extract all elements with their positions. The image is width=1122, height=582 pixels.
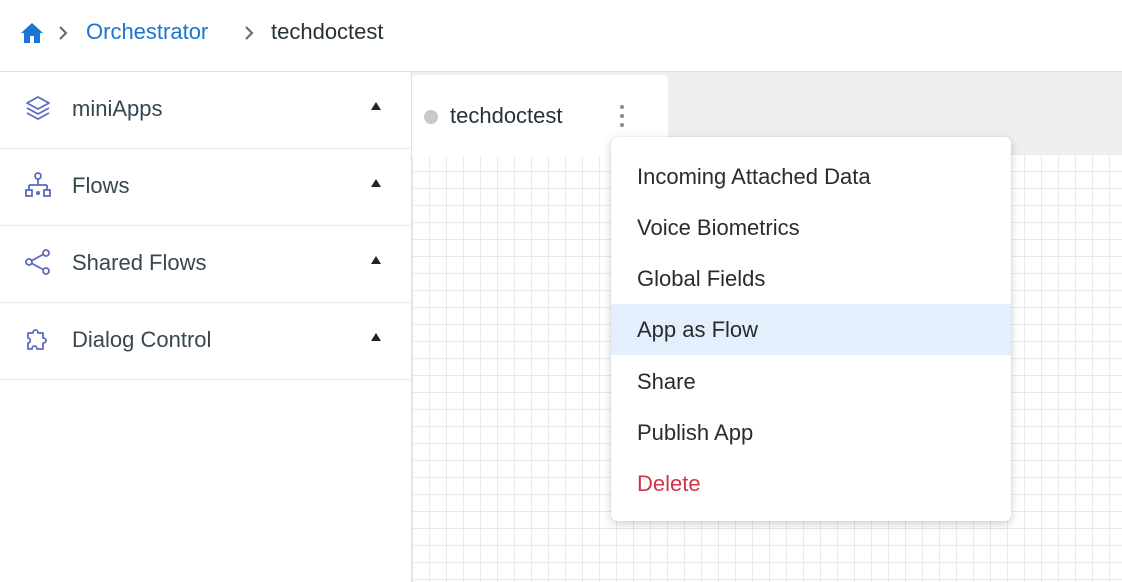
app-root: Orchestrator techdoctest miniApps Flows …: [0, 0, 1122, 582]
puzzle-icon: [27, 329, 47, 350]
menu-item-label: Publish App: [637, 420, 754, 445]
sidebar-item-dialog-control[interactable]: Dialog Control: [0, 303, 411, 380]
menu-item-share[interactable]: Share: [611, 356, 1011, 407]
chevron-right-icon: [245, 26, 254, 40]
breadcrumb: Orchestrator techdoctest: [0, 0, 1122, 72]
sidebar-item-shared-flows[interactable]: Shared Flows: [0, 226, 411, 303]
home-icon[interactable]: [20, 22, 44, 44]
layers-icon: [26, 96, 50, 120]
chevron-right-icon: [59, 26, 68, 40]
menu-item-label: Incoming Attached Data: [637, 164, 871, 189]
menu-item-label: Global Fields: [637, 266, 766, 291]
menu-item-label: Share: [637, 369, 696, 394]
sidebar-item-flows[interactable]: Flows: [0, 149, 411, 226]
menu-item-label: App as Flow: [637, 317, 759, 342]
caret-up-icon: [371, 333, 381, 341]
flow-tree-icon: [25, 172, 51, 197]
share-icon: [25, 249, 50, 275]
menu-item-publish-app[interactable]: Publish App: [611, 407, 1011, 458]
menu-item-app-as-flow[interactable]: App as Flow: [611, 304, 1011, 355]
menu-item-delete[interactable]: Delete: [611, 458, 1011, 509]
more-vertical-icon[interactable]: [612, 101, 632, 131]
app-tab-title: techdoctest: [450, 103, 563, 128]
menu-item-label: Voice Biometrics: [637, 215, 800, 240]
menu-item-label: Delete: [637, 471, 701, 496]
context-menu: Incoming Attached Data Voice Biometrics …: [611, 137, 1011, 521]
sidebar-item-miniapps[interactable]: miniApps: [0, 72, 411, 149]
breadcrumb-current: techdoctest: [271, 19, 384, 44]
sidebar-item-label: Shared Flows: [72, 250, 207, 275]
menu-item-incoming-attached-data[interactable]: Incoming Attached Data: [611, 151, 1011, 202]
caret-up-icon: [371, 256, 381, 264]
sidebar-item-label: miniApps: [72, 96, 163, 121]
caret-up-icon: [371, 102, 381, 110]
menu-item-voice-biometrics[interactable]: Voice Biometrics: [611, 202, 1011, 253]
sidebar-item-label: Flows: [72, 173, 130, 198]
sidebar: miniApps Flows Shared Flows Dialog Contr…: [0, 72, 412, 582]
menu-item-global-fields[interactable]: Global Fields: [611, 253, 1011, 304]
status-dot: [424, 110, 438, 124]
breadcrumb-orchestrator-link[interactable]: Orchestrator: [86, 19, 208, 45]
caret-up-icon: [371, 179, 381, 187]
sidebar-item-label: Dialog Control: [72, 327, 212, 352]
